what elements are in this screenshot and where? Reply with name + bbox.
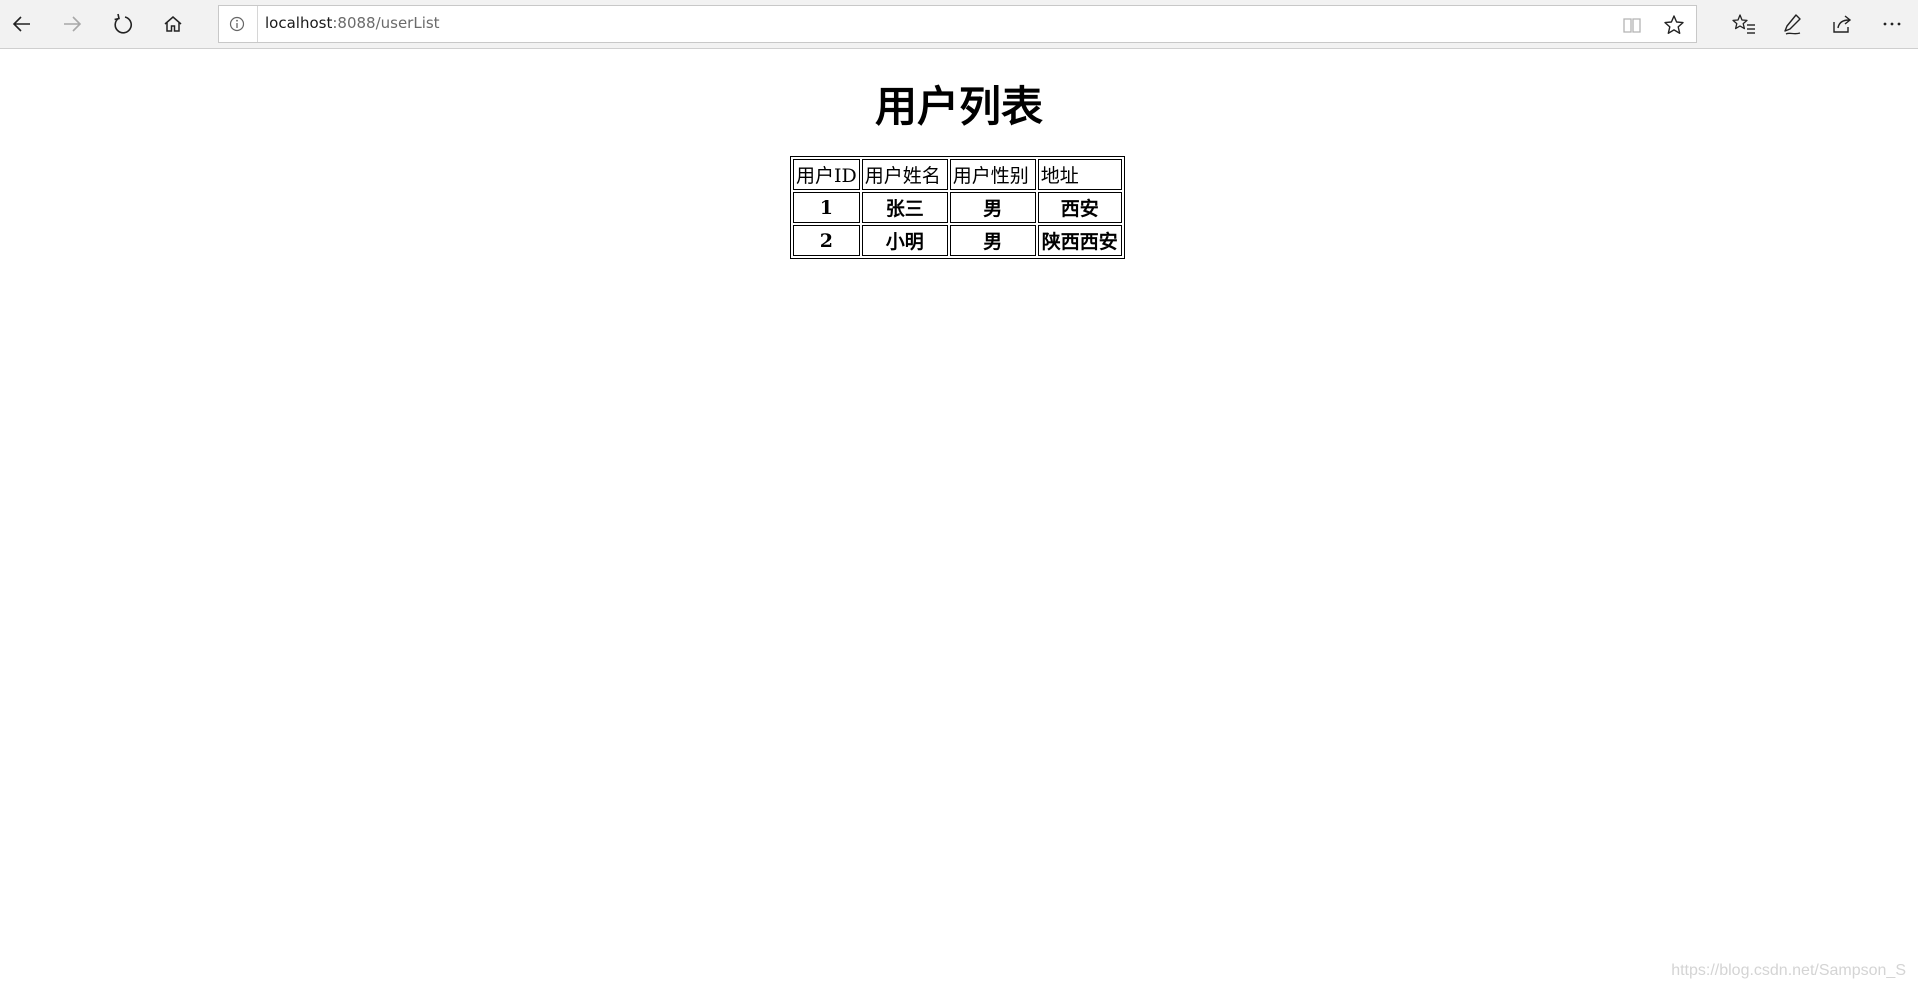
- favorite-button[interactable]: [1662, 13, 1686, 37]
- arrow-left-icon: [12, 16, 30, 32]
- more-button[interactable]: [1874, 6, 1910, 42]
- watermark: https://blog.csdn.net/Sampson_S: [1671, 962, 1906, 979]
- home-button[interactable]: [155, 6, 191, 42]
- cell-user-id: 1: [793, 192, 860, 223]
- cell-user-name: 小明: [861, 225, 948, 256]
- back-button[interactable]: [4, 6, 40, 42]
- url-text[interactable]: localhost:8088/userList: [265, 13, 440, 33]
- share-icon: [1833, 15, 1852, 33]
- forward-button[interactable]: [54, 6, 90, 42]
- favorites-hub-button[interactable]: [1726, 6, 1762, 42]
- user-table: 用户ID 用户姓名 用户性别 地址 1 张三 男 西安 2 小明 男 陕西西安: [790, 156, 1125, 259]
- cell-address: 陕西西安: [1037, 225, 1122, 256]
- cell-user-gender: 男: [949, 225, 1036, 256]
- table-row: 2 小明 男 陕西西安: [793, 225, 1122, 256]
- notes-button[interactable]: [1775, 6, 1811, 42]
- page-title: 用户列表: [874, 82, 1043, 131]
- favorites-list-icon: [1732, 14, 1755, 34]
- cell-user-name: 张三: [861, 192, 948, 223]
- header-user-name: 用户姓名: [861, 159, 948, 190]
- pen-icon: [1784, 14, 1801, 35]
- table-row: 1 张三 男 西安: [793, 192, 1122, 223]
- page-content: 用户列表 用户ID 用户姓名 用户性别 地址 1 张三 男 西安 2 小明 男 …: [0, 49, 1918, 986]
- share-button[interactable]: [1824, 6, 1860, 42]
- table-header-row: 用户ID 用户姓名 用户性别 地址: [793, 159, 1122, 190]
- refresh-icon: [114, 13, 132, 34]
- header-address: 地址: [1037, 159, 1122, 190]
- refresh-button[interactable]: [105, 6, 141, 42]
- address-bar[interactable]: localhost:8088/userList: [218, 5, 1697, 43]
- info-icon[interactable]: [227, 14, 247, 34]
- browser-toolbar: localhost:8088/userList: [0, 0, 1918, 49]
- cell-user-id: 2: [793, 225, 860, 256]
- reading-view-button[interactable]: [1620, 13, 1644, 37]
- cell-user-gender: 男: [949, 192, 1036, 223]
- star-icon: [1664, 15, 1684, 34]
- address-separator: [257, 6, 258, 42]
- book-icon: [1623, 18, 1641, 33]
- ellipsis-icon: [1883, 22, 1901, 26]
- url-host: localhost: [265, 14, 333, 32]
- home-icon: [164, 16, 182, 32]
- arrow-right-icon: [64, 16, 82, 32]
- header-user-id: 用户ID: [793, 159, 860, 190]
- url-path: :8088/userList: [332, 14, 440, 32]
- header-user-gender: 用户性别: [949, 159, 1036, 190]
- cell-address: 西安: [1037, 192, 1122, 223]
